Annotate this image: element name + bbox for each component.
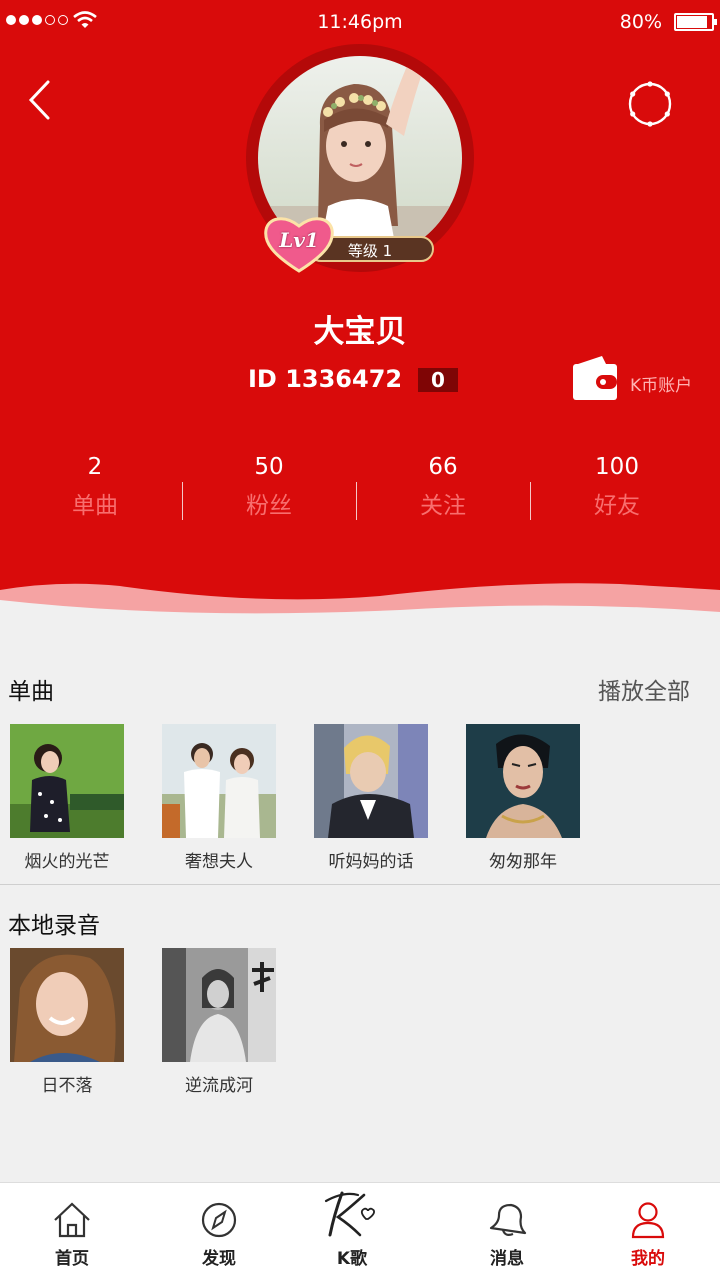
battery-percentage: 80% [619,11,662,33]
bell-icon [489,1203,527,1236]
stat-label: 粉丝 [246,493,292,519]
song-title: 烟火的光芒 [24,852,110,872]
stat-label: 好友 [594,493,640,519]
person-icon [631,1202,665,1239]
stat-value: 100 [595,454,639,480]
header-wave [0,583,720,615]
settings-icon[interactable] [624,78,676,130]
song-cover [162,724,276,838]
stat-value: 50 [254,454,284,480]
song-card[interactable]: 听妈妈的话 [314,724,428,872]
level-badge: 等级 1 Lv1 [262,214,442,274]
tab-home[interactable]: 首页 [22,1183,122,1280]
tab-label: 我的 [631,1249,665,1269]
play-all-button[interactable]: 播放全部 [598,672,690,706]
recording-cover [162,948,276,1062]
stat-singles[interactable]: 2 单曲 [8,450,182,530]
tab-k-song[interactable]: K歌 [302,1183,402,1280]
recordings-section-title: 本地录音 [8,913,100,939]
recording-cover [10,948,124,1062]
id-badge: 0 [418,368,458,392]
song-cover [466,724,580,838]
song-title: 奢想夫人 [185,852,253,872]
status-time: 11:46pm [317,11,403,33]
song-cover [10,724,124,838]
song-card[interactable]: 匆匆那年 [466,724,580,872]
tab-discover[interactable]: 发现 [169,1183,269,1280]
stat-label: 单曲 [72,493,118,519]
k-coin-account-button[interactable]: K币账户 [572,354,702,404]
tab-messages[interactable]: 消息 [457,1183,557,1280]
user-id: ID 1336472 [248,365,403,393]
profile-header: 11:46pm 80% 等级 1 Lv1 大宝贝 ID 1336472 0 K币… [0,0,720,615]
stat-fans[interactable]: 50 粉丝 [182,450,356,530]
recording-title: 逆流成河 [185,1076,253,1096]
home-icon [54,1202,90,1238]
compass-icon [201,1202,237,1238]
stat-value: 2 [87,454,103,480]
song-cover [314,724,428,838]
song-card[interactable]: 烟火的光芒 [10,724,124,872]
song-title: 匆匆那年 [489,852,557,872]
tab-label: 首页 [55,1249,89,1269]
stat-friends[interactable]: 100 好友 [530,450,704,530]
stat-label: 关注 [420,493,466,519]
song-title: 听妈妈的话 [328,852,414,872]
bottom-tab-bar: 首页 发现 K歌 消息 我的 [0,1182,720,1280]
recording-card[interactable]: 逆流成河 [162,948,276,1096]
tab-label: 消息 [490,1249,524,1269]
stats-row: 2 单曲 50 粉丝 66 关注 100 好友 [8,450,704,530]
song-card[interactable]: 奢想夫人 [162,724,276,872]
battery-icon [674,13,717,31]
stat-following[interactable]: 66 关注 [356,450,530,530]
status-bar: 11:46pm 80% [0,0,720,44]
k-coin-account-label: K币账户 [630,376,693,396]
singles-grid: 烟火的光芒 奢想夫人 听妈妈的话 匆匆那年 [10,724,580,872]
username: 大宝贝 [313,314,407,350]
singles-section-title: 单曲 [8,679,54,705]
section-divider [0,884,720,885]
recordings-grid: 日不落 逆流成河 [10,948,276,1096]
level-badge-text: Lv1 [279,228,319,252]
recording-title: 日不落 [41,1076,93,1096]
tab-label: K歌 [336,1249,368,1269]
wallet-icon [573,356,617,400]
stat-value: 66 [428,454,458,480]
k-song-icon [324,1191,375,1237]
recording-card[interactable]: 日不落 [10,948,124,1096]
tab-label: 发现 [202,1249,236,1269]
tab-mine[interactable]: 我的 [598,1183,698,1280]
back-button[interactable] [22,76,62,124]
